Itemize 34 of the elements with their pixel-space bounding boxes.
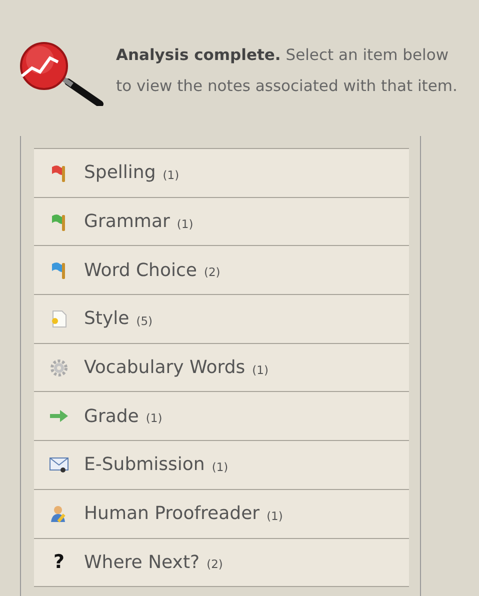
item-count: (2) [206,557,223,572]
category-item[interactable]: Vocabulary Words (1) [34,344,409,392]
item-label: Where Next? [84,552,200,573]
category-item[interactable]: Grade (1) [34,392,409,442]
item-label: Spelling [84,162,156,184]
item-count: (2) [204,265,220,280]
category-item[interactable]: ? Where Next? (2) [34,538,409,588]
item-label: Vocabulary Words [84,357,246,378]
category-item[interactable]: Word Choice (2) [34,246,409,296]
category-item[interactable]: Spelling (1) [34,149,409,198]
item-count: (1) [266,508,283,523]
item-label: Human Proofreader [84,503,260,524]
item-label: Word Choice [84,260,197,281]
item-label: Grade [84,406,139,427]
item-count: (1) [212,460,228,474]
category-item[interactable]: E-Submission (1) [34,441,409,490]
document-icon [51,310,67,328]
item-count: (1) [146,411,162,426]
item-label: Style [84,308,130,330]
category-item[interactable]: Grammar (1) [34,198,409,246]
category-item[interactable]: Human Proofreader (1) [34,490,409,538]
item-count: (1) [176,216,194,231]
item-count: (1) [252,362,268,377]
item-label: E-Submission [84,454,205,476]
envelope-icon [49,456,69,473]
gear-icon [50,358,68,377]
arrow-icon [50,410,68,422]
item-count: (1) [162,168,180,182]
question-icon: ? [53,551,65,574]
intro-text: Analysis complete. Select an item below to view the notes associated with that item. [116,45,458,97]
item-count: (5) [136,314,153,328]
category-item[interactable]: Style (5) [34,295,409,344]
person-icon [50,504,68,523]
item-label: Grammar [84,211,170,232]
